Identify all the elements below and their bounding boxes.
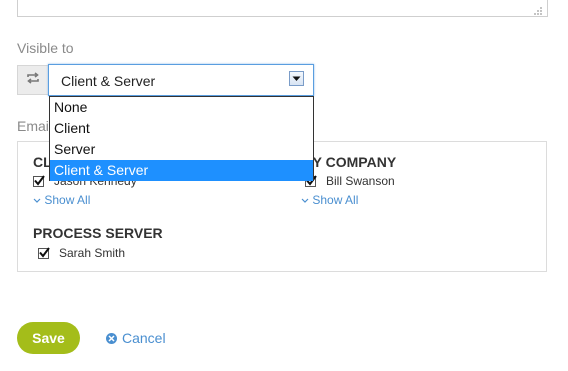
option-none[interactable]: None [50, 97, 313, 118]
option-client[interactable]: Client [50, 118, 313, 139]
repeat-icon [26, 71, 40, 89]
recipient-name: Bill Swanson [326, 174, 395, 188]
visible-to-label: Visible to [17, 40, 74, 56]
close-circle-icon [106, 332, 117, 344]
visible-to-select[interactable]: Client & Server [48, 64, 314, 96]
resize-grip-icon[interactable] [533, 3, 543, 15]
notes-textarea[interactable] [17, 0, 548, 17]
cancel-button[interactable]: Cancel [106, 330, 166, 346]
recipient-checkbox[interactable] [33, 174, 45, 187]
cancel-label: Cancel [122, 330, 166, 346]
option-client-and-server[interactable]: Client & Server [50, 160, 313, 181]
show-all-label: Show All [44, 193, 91, 207]
visible-to-dropdown-list: None Client Server Client & Server [49, 96, 314, 181]
save-button[interactable]: Save [17, 322, 80, 354]
show-all-my-company-link[interactable]: Show All [301, 193, 358, 207]
recipient-name: Sarah Smith [59, 246, 126, 260]
group-title-process-server: PROCESS SERVER [33, 225, 163, 241]
recipient-checkbox[interactable] [38, 246, 50, 259]
show-all-label: Show All [312, 193, 359, 207]
recipient-bill-swanson[interactable]: Bill Swanson [305, 174, 395, 188]
chevron-down-icon [33, 193, 44, 207]
email-label: Email [17, 118, 53, 134]
chevron-down-icon[interactable] [289, 71, 304, 86]
sync-button[interactable] [17, 65, 48, 95]
visible-to-selected-value: Client & Server [61, 73, 156, 89]
group-title-my-company: MY COMPANY [301, 154, 397, 170]
recipient-sarah-smith[interactable]: Sarah Smith [38, 246, 125, 260]
chevron-down-icon [301, 193, 312, 207]
show-all-client-link[interactable]: Show All [33, 193, 90, 207]
option-server[interactable]: Server [50, 139, 313, 160]
